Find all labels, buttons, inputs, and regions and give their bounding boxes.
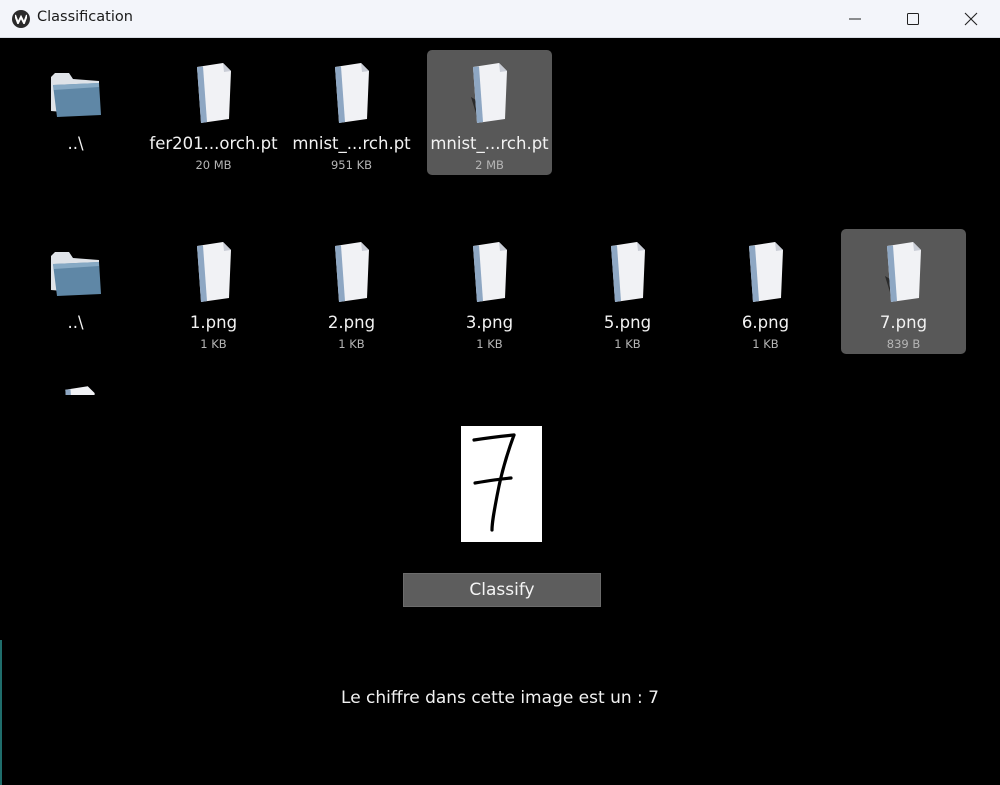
file-name: ..\ — [67, 134, 84, 153]
image-file-item[interactable]: 5.png 1 KB — [565, 229, 690, 354]
app-icon — [12, 10, 30, 28]
classify-button[interactable]: Classify — [403, 573, 601, 607]
file-icon — [323, 63, 381, 125]
file-icon — [185, 63, 243, 125]
file-size: 2 MB — [475, 158, 504, 172]
model-file-item[interactable]: ..\ — [13, 50, 138, 175]
file-icon — [599, 242, 657, 304]
digit-preview-image — [461, 426, 542, 542]
file-icon — [461, 242, 519, 304]
file-name: mnist_...rch.pt — [430, 134, 549, 153]
close-icon — [964, 12, 978, 26]
file-size: 1 KB — [476, 337, 503, 351]
file-name: 3.png — [465, 313, 514, 332]
window-edge — [0, 640, 2, 785]
model-file-item[interactable]: fer201...orch.pt 20 MB — [149, 50, 278, 175]
file-icon — [185, 242, 243, 304]
file-size: 951 KB — [330, 158, 373, 172]
result-label: Le chiffre dans cette image est un : 7 — [341, 688, 659, 708]
image-file-item[interactable]: 7.png 839 B — [841, 229, 966, 354]
folder-icon — [47, 242, 105, 304]
folder-icon — [47, 63, 105, 125]
image-file-item[interactable]: 2.png 1 KB — [289, 229, 414, 354]
image-file-item[interactable]: ..\ — [13, 229, 138, 354]
file-name: ..\ — [67, 313, 84, 332]
minimize-button[interactable] — [826, 0, 884, 38]
model-file-item[interactable]: mnist_...rch.pt 2 MB — [427, 50, 552, 175]
file-name: 2.png — [327, 313, 376, 332]
model-file-item[interactable]: mnist_...rch.pt 951 KB — [289, 50, 414, 175]
file-name: 6.png — [741, 313, 790, 332]
image-file-item[interactable]: 1.png 1 KB — [151, 229, 276, 354]
handwritten-digit-image — [472, 433, 516, 532]
file-icon — [875, 242, 933, 304]
file-size: 20 MB — [195, 158, 232, 172]
image-file-item[interactable]: 3.png 1 KB — [427, 229, 552, 354]
file-icon — [323, 242, 381, 304]
minimize-icon — [849, 18, 861, 20]
file-name: fer201...orch.pt — [149, 134, 278, 153]
maximize-button[interactable] — [884, 0, 942, 38]
file-icon — [461, 63, 519, 125]
file-name: 1.png — [189, 313, 238, 332]
file-icon — [737, 242, 795, 304]
file-size: 1 KB — [338, 337, 365, 351]
file-size: 1 KB — [614, 337, 641, 351]
file-name: 7.png — [879, 313, 928, 332]
file-size: 839 B — [886, 337, 921, 351]
partial-file-icon — [55, 383, 105, 395]
window-title: Classification — [37, 9, 133, 25]
maximize-icon — [907, 13, 919, 25]
close-button[interactable] — [942, 0, 1000, 38]
file-size: 1 KB — [200, 337, 227, 351]
file-name: mnist_...rch.pt — [292, 134, 411, 153]
file-name: 5.png — [603, 313, 652, 332]
file-size: 1 KB — [752, 337, 779, 351]
image-file-item[interactable]: 6.png 1 KB — [703, 229, 828, 354]
title-bar: Classification — [0, 0, 1000, 38]
